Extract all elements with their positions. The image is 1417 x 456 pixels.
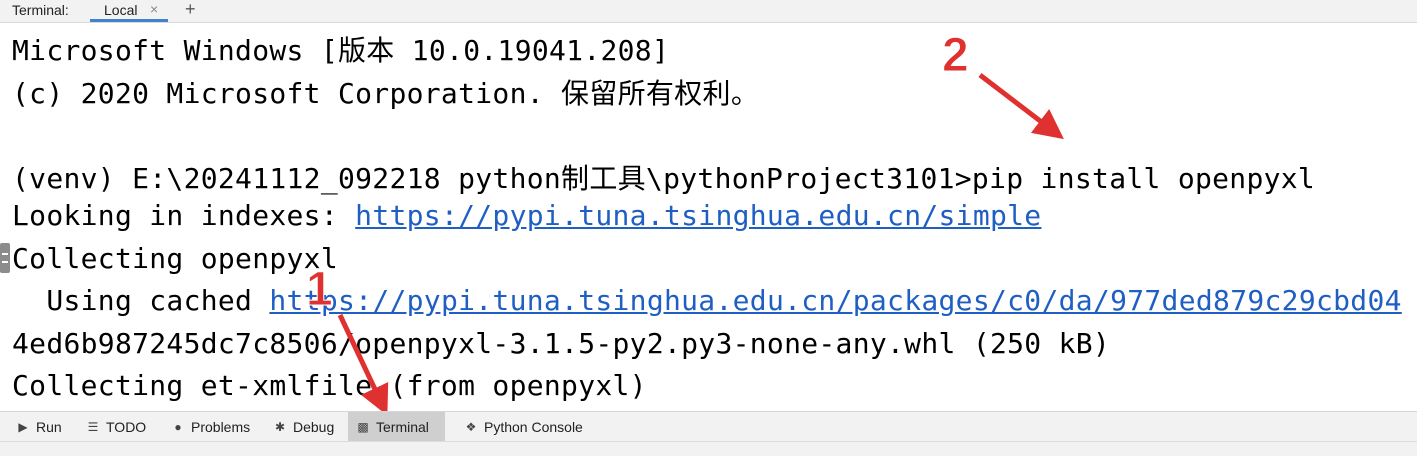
terminal-line: 4ed6b987245dc7c8506/openpyxl-3.1.5-py2.p… [12, 327, 1111, 360]
terminal-line: Using cached https://pypi.tuna.tsinghua.… [12, 284, 1402, 317]
status-bar [0, 441, 1417, 456]
terminal-line: Microsoft Windows [版本 10.0.19041.208] [12, 34, 670, 67]
terminal-line: Looking in indexes: https://pypi.tuna.ts… [12, 199, 1041, 232]
package-url-link[interactable]: https://pypi.tuna.tsinghua.edu.cn/packag… [269, 284, 1401, 317]
tool-todo-label: TODO [106, 419, 147, 435]
annotation-number-1: 1 [306, 263, 334, 317]
terminal-title: Terminal: [12, 2, 69, 18]
list-icon: ☰ [87, 420, 99, 434]
new-tab-icon[interactable]: + [185, 0, 196, 20]
tool-run-button[interactable]: ▶ Run [8, 412, 70, 442]
tab-local[interactable]: Local × [90, 0, 168, 22]
annotation-number-2: 2 [942, 29, 970, 83]
terminal-icon: ▩ [357, 420, 369, 434]
tool-window-bar: ▶ Run ☰ TODO ● Problems ✱ Debug ▩ Termin… [0, 411, 1417, 442]
terminal-line: (c) 2020 Microsoft Corporation. 保留所有权利。 [12, 77, 760, 110]
tool-terminal-button[interactable]: ▩ Terminal [348, 412, 445, 442]
terminal-tab-bar: Terminal: Local × + [0, 0, 1417, 23]
tool-run-label: Run [36, 419, 62, 435]
gutter-marker-icon [0, 243, 10, 273]
tool-problems-button[interactable]: ● Problems [163, 412, 255, 442]
terminal-output[interactable]: Microsoft Windows [版本 10.0.19041.208] (c… [0, 23, 1417, 411]
tool-debug-button[interactable]: ✱ Debug [265, 412, 347, 442]
tool-problems-label: Problems [191, 419, 251, 435]
terminal-text: Looking in indexes: [12, 199, 356, 232]
play-icon: ▶ [18, 420, 28, 434]
close-icon[interactable]: × [150, 1, 158, 17]
terminal-command-line: (venv) E:\20241112_092218 python制工具\pyth… [12, 162, 1316, 195]
tool-terminal-label: Terminal [376, 419, 429, 435]
tool-python-console-label: Python Console [484, 419, 583, 435]
terminal-line: Collecting et-xmlfile (from openpyxl) [12, 369, 647, 402]
info-icon: ● [174, 420, 182, 434]
tool-debug-label: Debug [293, 419, 335, 435]
tab-local-label: Local [104, 2, 138, 18]
bug-icon: ✱ [274, 420, 286, 434]
terminal-line: Collecting openpyxl [12, 242, 338, 275]
index-url-link[interactable]: https://pypi.tuna.tsinghua.edu.cn/simple [355, 199, 1041, 232]
terminal-text: Using cached [12, 284, 270, 317]
python-icon: ❖ [465, 420, 477, 434]
tool-python-console-button[interactable]: ❖ Python Console [456, 412, 591, 442]
tool-todo-button[interactable]: ☰ TODO [78, 412, 158, 442]
